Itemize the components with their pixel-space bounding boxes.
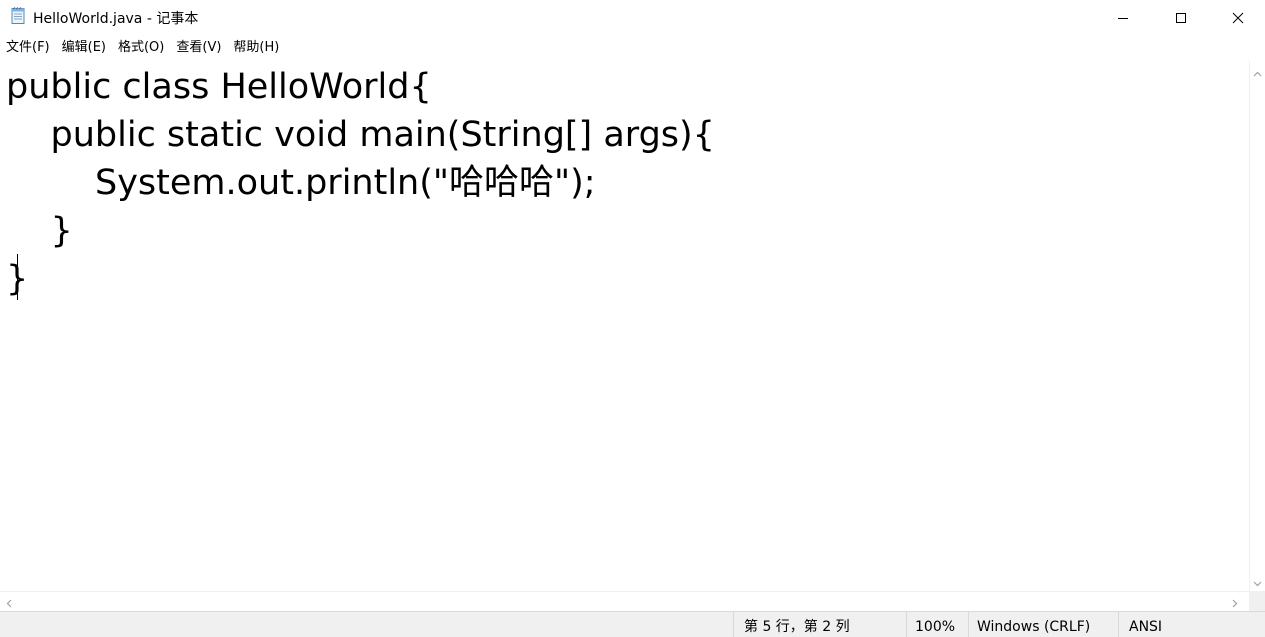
menu-help[interactable]: 帮助(H) xyxy=(227,36,285,60)
notepad-window: HelloWorld.java - 记事本 文件(F) 编辑(E) 格式(O) … xyxy=(0,0,1265,637)
line-ending: Windows (CRLF) xyxy=(968,612,1118,637)
vertical-scrollbar[interactable] xyxy=(1249,61,1265,591)
menu-format[interactable]: 格式(O) xyxy=(112,36,170,60)
notepad-icon[interactable] xyxy=(9,7,27,25)
scroll-right-button[interactable] xyxy=(1227,593,1243,611)
minimize-button[interactable] xyxy=(1094,0,1152,35)
editor-line-1: public class HelloWorld{ xyxy=(6,67,432,107)
chevron-up-icon xyxy=(1253,62,1262,81)
chevron-left-icon xyxy=(6,593,12,612)
zoom-level: 100% xyxy=(906,612,968,637)
cursor-position: 第 5 行，第 2 列 xyxy=(733,612,906,637)
status-bar: 第 5 行，第 2 列 100% Windows (CRLF) ANSI xyxy=(0,611,1265,637)
minimize-icon xyxy=(1117,12,1129,24)
menu-file[interactable]: 文件(F) xyxy=(0,36,56,60)
editor-line-4: } xyxy=(6,211,73,251)
title-bar[interactable]: HelloWorld.java - 记事本 xyxy=(0,0,1265,35)
maximize-button[interactable] xyxy=(1152,0,1210,35)
close-button[interactable] xyxy=(1210,0,1265,35)
close-icon xyxy=(1232,12,1244,24)
menu-view[interactable]: 查看(V) xyxy=(170,36,227,60)
menu-bar: 文件(F) 编辑(E) 格式(O) 查看(V) 帮助(H) xyxy=(0,36,1265,60)
text-caret xyxy=(17,254,18,300)
chevron-down-icon xyxy=(1253,572,1262,591)
menu-edit[interactable]: 编辑(E) xyxy=(56,36,112,60)
editor-line-2: public static void main(String[] args){ xyxy=(6,115,715,155)
scroll-left-button[interactable] xyxy=(1,593,17,611)
horizontal-scrollbar[interactable] xyxy=(0,591,1249,611)
text-editor[interactable]: public class HelloWorld{ public static v… xyxy=(0,61,1249,591)
file-encoding: ANSI xyxy=(1118,612,1265,637)
scrollbar-corner xyxy=(1249,591,1265,611)
scroll-down-button[interactable] xyxy=(1250,573,1265,589)
maximize-icon xyxy=(1175,12,1187,24)
window-title: HelloWorld.java - 记事本 xyxy=(33,11,199,27)
scroll-up-button[interactable] xyxy=(1250,63,1265,79)
editor-line-3: System.out.println("哈哈哈"); xyxy=(6,163,596,203)
chevron-right-icon xyxy=(1232,593,1238,612)
